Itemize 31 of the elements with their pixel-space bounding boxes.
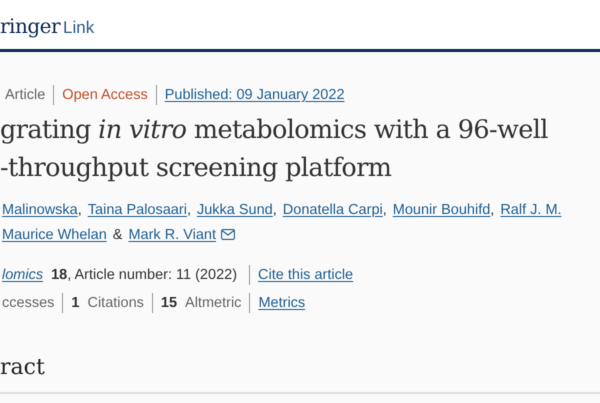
envelope-icon[interactable] [221, 229, 236, 240]
author-link[interactable]: Jukka Sund [196, 202, 273, 218]
logo-product[interactable]: Link [63, 18, 94, 38]
section-heading: ract [0, 355, 600, 394]
author-link[interactable]: Mark R. Viant [128, 226, 216, 242]
author-link[interactable]: Donatella Carpi [282, 202, 383, 218]
metric-label: ccesses [2, 295, 54, 311]
separator-text: , [382, 202, 387, 218]
metric-count: 15 [160, 295, 178, 311]
separator-text: , [490, 202, 494, 218]
cite-link[interactable]: Cite this article [258, 267, 354, 283]
citation-details: 18, Article number: 11 (2022) [51, 267, 238, 283]
open-access-label: Open Access [62, 87, 148, 103]
journal-link[interactable]: lomics [2, 267, 44, 283]
author-link[interactable]: Mounir Bouhifd [392, 202, 490, 218]
author-link[interactable]: Maurice Whelan [2, 226, 107, 242]
article-title: grating in vitro metabolomics with a 96-well -throughput screening platform [0, 114, 549, 185]
metric-count: 1 [71, 295, 80, 311]
separator-text: & [112, 226, 122, 242]
article-type: Article [5, 87, 46, 103]
published-date-link[interactable]: Published: 09 January 2022 [164, 87, 345, 103]
metrics-link[interactable]: Metrics [258, 295, 306, 311]
author-link[interactable]: Taina Palosaari [88, 202, 187, 218]
metric-label: Altmetric [185, 295, 242, 311]
logo-brand[interactable]: ringer [0, 14, 60, 38]
separator-text: , [272, 202, 277, 218]
separator-text: , [78, 202, 82, 218]
author-link[interactable]: Ralf J. M. [500, 202, 562, 218]
separator-text: , [186, 202, 191, 218]
author-link[interactable]: Malinowska [2, 202, 78, 218]
metric-label: Citations [87, 295, 144, 311]
